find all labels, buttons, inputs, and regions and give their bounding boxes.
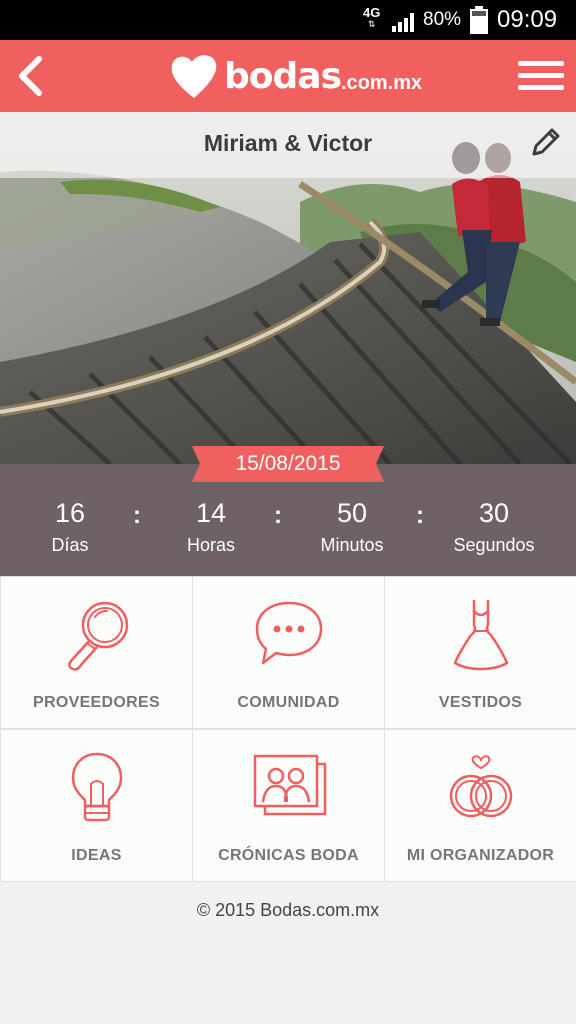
- date-ribbon: 15/08/2015: [192, 446, 384, 482]
- couple-names: Miriam & Victor: [203, 130, 373, 156]
- logo: bodas .com.mx: [168, 48, 422, 104]
- back-button[interactable]: [10, 50, 50, 102]
- menu-button[interactable]: [518, 52, 564, 98]
- network-type: 4G: [363, 5, 381, 20]
- countdown-panel: 15/08/2015 16 Días : 14 Horas : 50 Minut…: [0, 446, 576, 576]
- signal-icon: [392, 13, 414, 32]
- countdown-hours: 14 Horas: [151, 496, 271, 558]
- chevron-left-icon: [19, 56, 42, 96]
- pencil-icon: [532, 128, 560, 156]
- network-indicator: 4G ⇅: [363, 6, 380, 29]
- countdown-minutes: 50 Minutos: [292, 496, 412, 558]
- tile-label: COMUNIDAD: [237, 694, 340, 711]
- chat-bubble-icon: [255, 601, 322, 665]
- battery-icon: [470, 6, 488, 34]
- tile-proveedores[interactable]: PROVEEDORES: [1, 577, 192, 728]
- couple-photo: Miriam & Victor: [0, 112, 576, 464]
- countdown-seconds: 30 Segundos: [434, 496, 554, 558]
- tile-cronicas-boda[interactable]: CRÓNICAS BODA: [193, 730, 384, 881]
- tile-comunidad[interactable]: COMUNIDAD: [193, 577, 384, 728]
- tile-label: VESTIDOS: [438, 694, 523, 711]
- seconds-label: Segundos: [453, 535, 535, 555]
- countdown-days: 16 Días: [10, 496, 130, 558]
- magnifier-icon: [67, 601, 128, 671]
- status-bar: 4G ⇅ 80% 09:09: [0, 0, 576, 40]
- tile-mi-organizador[interactable]: MI ORGANIZADOR: [385, 730, 576, 881]
- wedding-date: 15/08/2015: [235, 452, 341, 475]
- tile-label: IDEAS: [71, 847, 122, 864]
- minutes-value: 50: [336, 498, 368, 528]
- tile-ideas[interactable]: IDEAS: [1, 730, 192, 881]
- logo-tld: .com.mx: [341, 71, 423, 94]
- dress-icon: [453, 599, 508, 671]
- seconds-value: 30: [478, 498, 510, 528]
- hours-value: 14: [195, 498, 227, 528]
- separator: :: [133, 502, 141, 529]
- data-arrows-icon: ⇅: [367, 19, 376, 29]
- menu-bar: [518, 84, 564, 90]
- tile-label: PROVEEDORES: [33, 694, 160, 711]
- battery-percent: 80%: [423, 9, 462, 30]
- photos-icon: [253, 754, 326, 816]
- tile-label: CRÓNICAS BODA: [218, 847, 359, 864]
- separator: :: [416, 502, 424, 529]
- rings-icon: [449, 755, 512, 818]
- heart-logo-icon: [171, 55, 217, 98]
- edit-button[interactable]: [528, 126, 562, 160]
- logo-word: bodas: [224, 55, 342, 97]
- clock: 09:09: [497, 6, 558, 33]
- menu-bar: [518, 60, 564, 66]
- lightbulb-icon: [71, 752, 122, 822]
- separator: :: [274, 502, 282, 529]
- days-value: 16: [54, 498, 86, 528]
- copyright-text: © 2015 Bodas.com.mx: [196, 900, 380, 920]
- menu-bar: [518, 72, 564, 78]
- days-label: Días: [51, 535, 89, 555]
- hours-label: Horas: [186, 535, 235, 555]
- app-header: bodas .com.mx: [0, 40, 576, 112]
- minutes-label: Minutos: [320, 535, 384, 555]
- tile-vestidos[interactable]: VESTIDOS: [385, 577, 576, 728]
- feature-grid: PROVEEDORES COMUNIDAD VESTIDOS IDEAS CRÓ…: [0, 576, 576, 882]
- footer: © 2015 Bodas.com.mx: [0, 882, 576, 1024]
- tile-label: MI ORGANIZADOR: [406, 847, 555, 864]
